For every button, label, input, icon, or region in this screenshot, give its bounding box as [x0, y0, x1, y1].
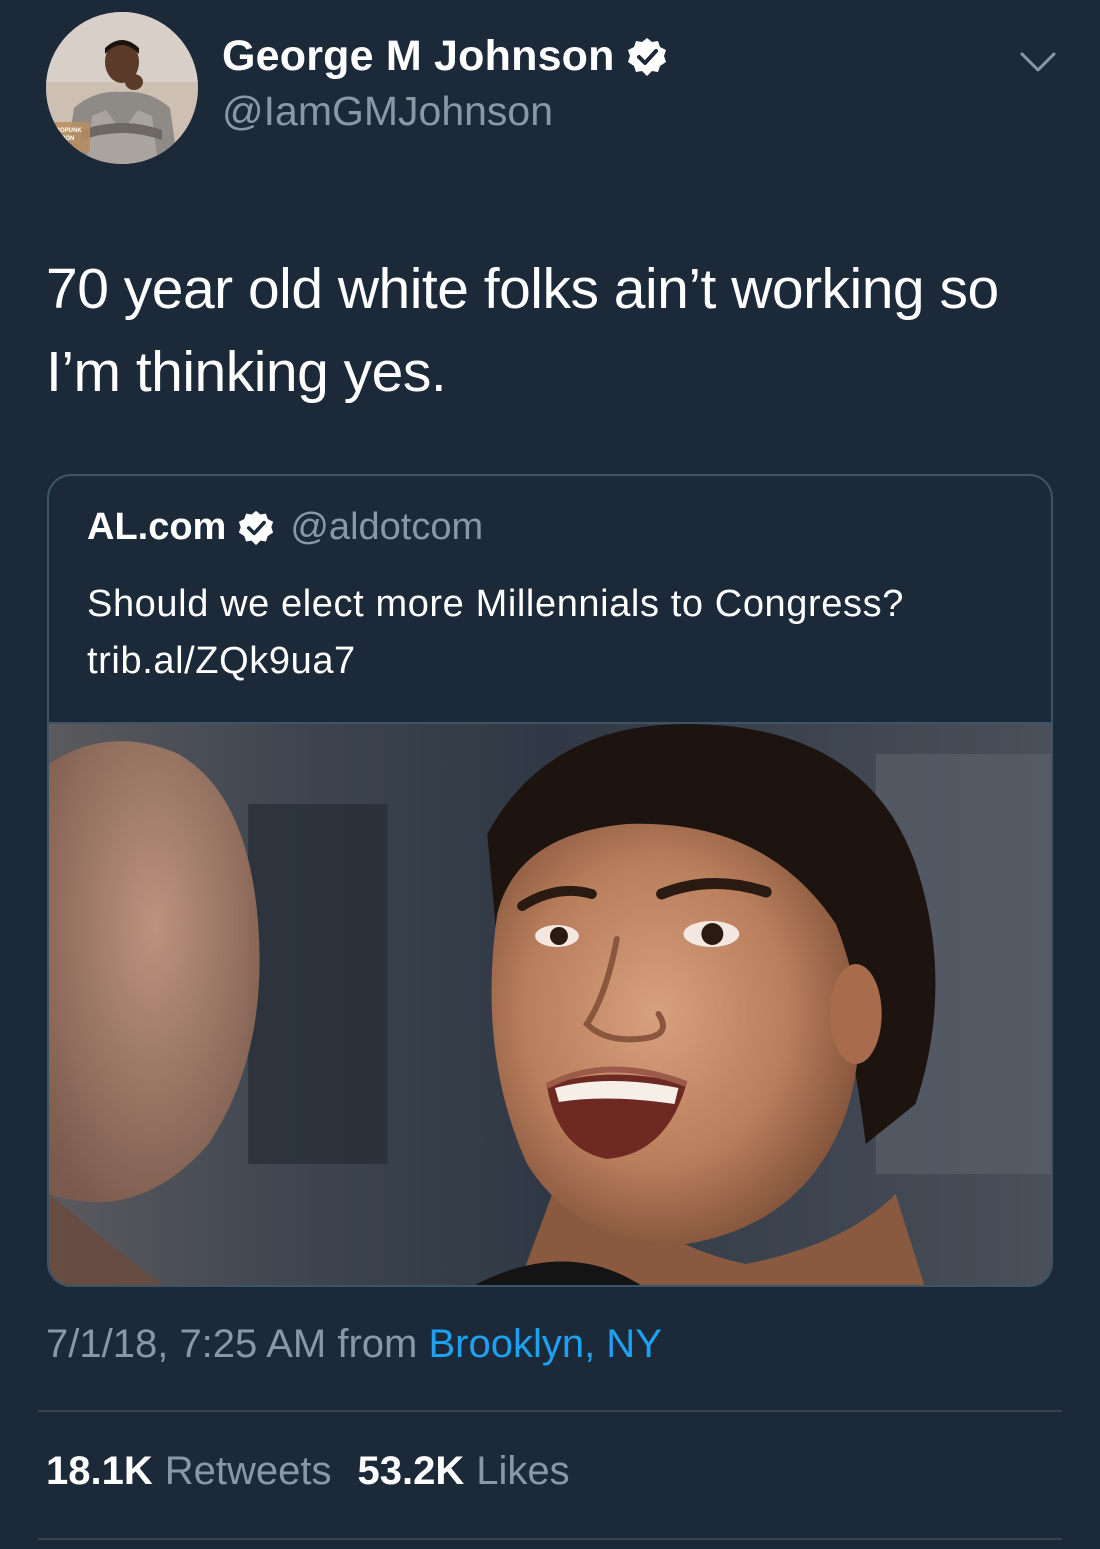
tweet-stats: 18.1K Retweets 53.2K Likes [46, 1449, 570, 1494]
likes-stat[interactable]: 53.2K Likes [358, 1449, 570, 1494]
svg-text:LUTION: LUTION [52, 136, 74, 142]
verified-badge-icon [238, 510, 274, 546]
quoted-display-name: AL.com [87, 506, 227, 548]
svg-text:SIONS: SIONS [52, 144, 71, 150]
tweet-text: 70 year old white folks ain’t working so… [46, 257, 999, 404]
retweets-label: Retweets [164, 1449, 332, 1493]
avatar-image: FROPUNK LUTION SIONS [46, 12, 198, 164]
tweet-timestamp-row: 7/1/18, 7:25 AM from Brooklyn, NY [46, 1322, 662, 1367]
author-name-row[interactable]: George M Johnson [222, 32, 667, 81]
tweet-detail-page: FROPUNK LUTION SIONS George M Johnson @I… [0, 0, 1100, 1549]
quoted-tweet-header: AL.com @aldotcom [87, 506, 483, 549]
location-link[interactable]: Brooklyn, NY [428, 1322, 661, 1366]
likes-label: Likes [476, 1449, 570, 1493]
author-display-name[interactable]: George M Johnson [222, 32, 615, 81]
svg-text:FROPUNK: FROPUNK [52, 128, 82, 134]
likes-count: 53.2K [357, 1449, 465, 1493]
verified-badge-icon [627, 37, 667, 77]
tweet-timestamp[interactable]: 7/1/18, 7:25 AM [46, 1322, 326, 1366]
quoted-handle: @aldotcom [290, 506, 484, 548]
chevron-down-icon[interactable] [1018, 48, 1058, 78]
retweets-stat[interactable]: 18.1K Retweets [46, 1449, 332, 1494]
from-label: from [337, 1322, 418, 1366]
author-avatar[interactable]: FROPUNK LUTION SIONS [46, 12, 198, 164]
quoted-tweet-photo[interactable] [49, 724, 1051, 1285]
stats-divider-top [38, 1410, 1062, 1412]
retweets-count: 18.1K [46, 1449, 153, 1493]
quoted-tweet-card[interactable]: AL.com @aldotcom Should we elect more Mi… [47, 474, 1053, 1287]
author-handle[interactable]: @IamGMJohnson [222, 88, 553, 135]
quoted-tweet-text: Should we elect more Millennials to Cong… [87, 583, 904, 682]
stats-divider-bottom [38, 1538, 1062, 1540]
